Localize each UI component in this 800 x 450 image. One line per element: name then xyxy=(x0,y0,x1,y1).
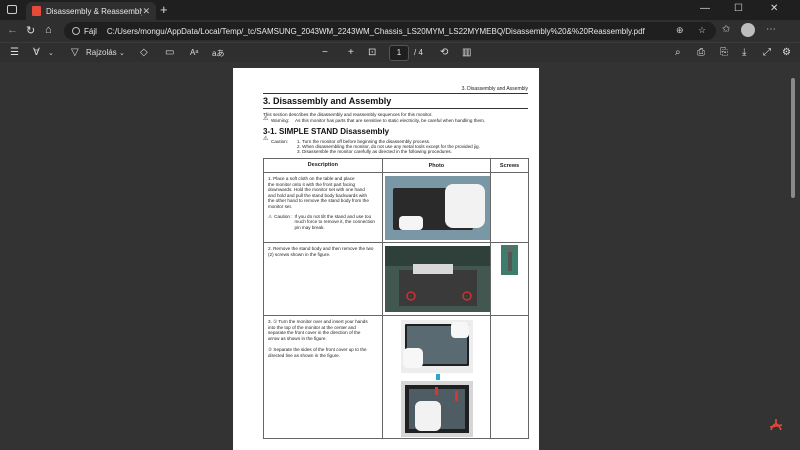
step-line: 2. Remove the stand body and then remove… xyxy=(268,246,374,251)
tab-title: Disassembly & Reassembly.pdf xyxy=(46,6,142,16)
save-as-icon[interactable]: ⤓ xyxy=(742,47,746,58)
page-number-input[interactable]: 1 xyxy=(389,45,409,61)
caution-item: 3. Disassemble the monitor carefully as … xyxy=(297,149,452,154)
photo-remove-stand xyxy=(385,176,490,240)
intro-text: This section describes the disassembly a… xyxy=(263,112,433,117)
zoom-icon[interactable]: ⊕ xyxy=(676,25,684,36)
step-line: monitor set. xyxy=(268,203,292,209)
new-tab-button[interactable]: + xyxy=(160,2,168,17)
step-line: directed line as shown in the figure. xyxy=(268,352,341,358)
page-view-icon[interactable]: ▥ xyxy=(462,47,471,58)
draw-icon[interactable]: ▽ xyxy=(71,47,79,58)
profile-avatar[interactable] xyxy=(741,23,755,37)
arrow-down-icon xyxy=(436,374,440,380)
warning-icon: ⚠ xyxy=(263,116,269,122)
close-window-button[interactable]: ✕ xyxy=(770,3,778,14)
warning-label: Warning: xyxy=(271,118,290,123)
maximize-button[interactable]: ☐ xyxy=(734,3,743,14)
caution-icon: ⚠ xyxy=(263,136,269,142)
photo-separate-front-cover xyxy=(401,320,473,373)
step-caution: ⚠ Caution : If you do not tilt the stand… xyxy=(268,214,378,231)
tab-close-icon[interactable]: ✕ xyxy=(142,6,150,17)
read-aloud-button[interactable]: Aᵃ xyxy=(190,48,198,57)
pdf-page: 3. Disassembly and Assembly 3. Disassemb… xyxy=(233,68,539,450)
erase-icon[interactable]: ◇ xyxy=(140,47,148,58)
back-icon[interactable]: ← xyxy=(7,24,18,36)
address-bar-row: ← ↻ ⌂ Fájl C:/Users/mongu/AppData/Local/… xyxy=(0,20,800,42)
url-scheme-label: Fájl xyxy=(84,26,97,36)
favorites-icon[interactable]: ✩ xyxy=(722,24,730,35)
draw-dropdown-icon[interactable]: ⌄ xyxy=(119,49,125,57)
section-title: 3-1. SIMPLE STAND Disassembly xyxy=(263,127,390,136)
pdf-toolbar: ☰ ∀ ⌄ ▽ Rajzolás ⌄ ◇ ▭ Aᵃ aあ − + ⊡ 1 / 4… xyxy=(0,42,800,62)
refresh-icon[interactable]: ↻ xyxy=(26,24,35,37)
caution-label: Caution: xyxy=(271,139,289,144)
zoom-out-icon[interactable]: − xyxy=(322,47,328,58)
col-header-description: Description xyxy=(263,158,383,173)
translate-icon[interactable]: aあ xyxy=(212,48,224,59)
highlight-icon[interactable]: ∀ xyxy=(33,47,40,58)
more-menu-icon[interactable]: ⋯ xyxy=(766,24,776,35)
url-text[interactable]: C:/Users/mongu/AppData/Local/Temp/_tc/SA… xyxy=(107,27,645,36)
caution-icon: ⚠ xyxy=(268,213,273,219)
file-info-icon[interactable] xyxy=(72,27,80,35)
table-row: 3. ① Turn the monitor over and insert yo… xyxy=(263,315,529,439)
step-caution-line: much force to remove it, the connection xyxy=(294,219,375,225)
step-line: 3. ① Turn the monitor over and insert yo… xyxy=(268,319,368,324)
settings-gear-icon[interactable]: ⚙ xyxy=(782,47,791,58)
search-icon[interactable]: ⌕ xyxy=(675,47,681,58)
acrobat-icon[interactable] xyxy=(767,416,785,434)
window-menu-icon[interactable] xyxy=(7,5,17,14)
step-line: (2) screws shown in the figure. xyxy=(268,251,331,257)
running-header: 3. Disassembly and Assembly xyxy=(461,86,528,92)
scrollbar-thumb[interactable] xyxy=(791,78,795,198)
photo-stand-screws xyxy=(385,246,490,312)
page-total: / 4 xyxy=(414,48,423,57)
title-rule xyxy=(263,108,528,109)
rotate-icon[interactable]: ⟲ xyxy=(440,47,448,58)
photo-separate-sides xyxy=(401,381,473,437)
col-header-photo: Photo xyxy=(381,158,492,173)
document-title: 3. Disassembly and Assembly xyxy=(263,96,392,106)
minimize-button[interactable]: — xyxy=(700,3,710,14)
contents-icon[interactable]: ☰ xyxy=(10,47,19,58)
fit-page-icon[interactable]: ⊡ xyxy=(368,47,376,58)
screw-photo xyxy=(501,245,518,275)
step-description: 3. ① Turn the monitor over and insert yo… xyxy=(263,315,383,439)
step-description: 2. Remove the stand body and then remove… xyxy=(263,242,383,316)
table-header-row: Description Photo Screws xyxy=(263,158,529,173)
col-header-screws: Screws xyxy=(490,158,529,173)
pdf-file-icon xyxy=(32,6,41,16)
step-caution-label: Caution : xyxy=(274,213,293,219)
title-bar: Disassembly & Reassembly.pdf ✕ + — ☐ ✕ xyxy=(0,0,800,20)
print-icon[interactable]: ⎙ xyxy=(697,47,705,58)
draw-label[interactable]: Rajzolás xyxy=(86,48,117,57)
header-rule xyxy=(263,93,528,94)
favorite-star-icon[interactable]: ☆ xyxy=(698,25,706,36)
text-box-icon[interactable]: ▭ xyxy=(165,47,174,58)
url-field[interactable]: Fájl C:/Users/mongu/AppData/Local/Temp/_… xyxy=(64,22,716,40)
fullscreen-icon[interactable]: ⤢ xyxy=(763,47,771,58)
step-line: ② Separate the sides of the front cover … xyxy=(268,346,367,352)
step-line: downwards. Hold the monitor set with one… xyxy=(268,187,365,193)
save-icon[interactable]: ⎘ xyxy=(720,47,728,58)
browser-tab[interactable]: Disassembly & Reassembly.pdf ✕ xyxy=(26,2,156,20)
home-icon[interactable]: ⌂ xyxy=(45,24,52,36)
warning-text: As this monitor has parts that are sensi… xyxy=(295,118,486,123)
step-screws-cell xyxy=(490,315,529,439)
zoom-in-icon[interactable]: + xyxy=(348,47,354,58)
highlight-dropdown-icon[interactable]: ⌄ xyxy=(48,49,54,57)
step-screws-cell xyxy=(490,172,529,243)
step-description: 1. Place a soft cloth on the table and p… xyxy=(263,172,383,243)
step-caution-line: pin may break. xyxy=(294,224,325,230)
vertical-scrollbar[interactable] xyxy=(790,66,796,444)
